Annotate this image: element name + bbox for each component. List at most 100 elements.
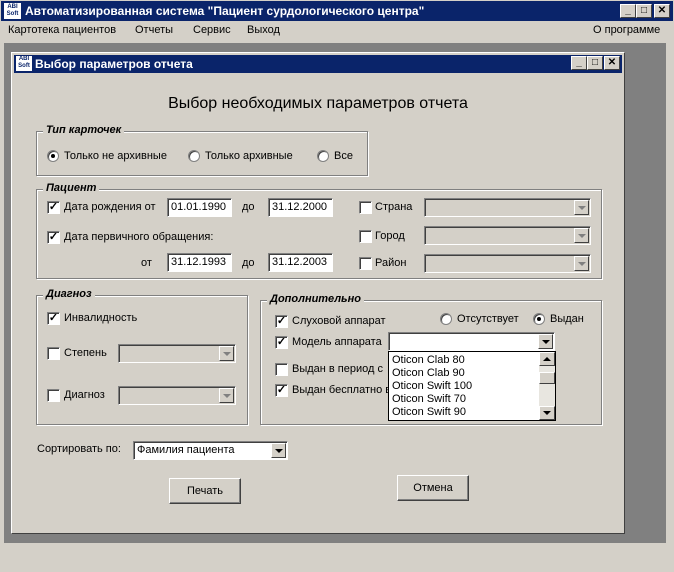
diagnosis-select[interactable] (118, 386, 236, 405)
first-visit-label: Дата первичного обращения: (64, 231, 214, 243)
birth-date-checkbox[interactable]: ✓ (47, 201, 60, 214)
radio-selected-dot (537, 317, 541, 321)
model-select[interactable] (388, 332, 555, 351)
radio-all[interactable] (317, 150, 329, 162)
cancel-button[interactable]: Отмена (397, 475, 469, 501)
hearing-aid-label: Слуховой аппарат (292, 315, 386, 327)
model-label: Модель аппарата (292, 336, 382, 348)
city-select[interactable] (424, 226, 591, 245)
first-visit-checkbox[interactable]: ✓ (47, 231, 60, 244)
radio-selected-dot (51, 154, 55, 158)
chevron-down-icon[interactable] (219, 346, 234, 361)
radio-not-archived[interactable] (47, 150, 59, 162)
visit-from-label: от (141, 257, 152, 269)
model-option[interactable]: Oticon Swift 70 (392, 393, 466, 405)
chevron-down-icon[interactable] (219, 388, 234, 403)
dialog-title: Выбор параметров отчета (35, 57, 193, 71)
diagnosis-checkbox[interactable] (47, 389, 60, 402)
close-button[interactable]: ✕ (654, 4, 670, 18)
menu-service[interactable]: Сервис (193, 24, 231, 36)
country-checkbox[interactable] (359, 201, 372, 214)
birth-date-from-field[interactable]: 01.01.1990 (167, 198, 232, 217)
radio-issued-label[interactable]: Выдан (550, 313, 584, 325)
dialog-minimize-button[interactable]: _ (571, 56, 587, 70)
minimize-icon: _ (576, 57, 582, 68)
additional-legend: Дополнительно (267, 293, 364, 305)
birth-to-label: до (242, 201, 255, 213)
degree-select[interactable] (118, 344, 236, 363)
district-checkbox[interactable] (359, 257, 372, 270)
issued-free-label: Выдан бесплатно в (292, 384, 392, 396)
close-icon: ✕ (657, 5, 667, 16)
scroll-thumb[interactable] (539, 372, 555, 384)
close-icon: ✕ (607, 57, 617, 68)
menu-bar: Картотека пациентов Отчеты Сервис Выход … (0, 21, 674, 41)
status-bar (0, 543, 674, 572)
scroll-up-button[interactable] (539, 352, 555, 366)
minimize-button[interactable]: _ (620, 4, 636, 18)
maximize-icon: □ (591, 57, 599, 68)
print-button[interactable]: Печать (169, 478, 241, 504)
chevron-down-icon[interactable] (271, 443, 286, 458)
maximize-icon: □ (640, 5, 648, 16)
patient-legend: Пациент (43, 182, 100, 194)
dialog-logo-icon: ABI Soft (16, 56, 32, 71)
card-type-legend: Тип карточек (43, 124, 125, 136)
issued-period-label: Выдан в период с (292, 363, 383, 375)
issued-free-checkbox[interactable]: ✓ (275, 384, 288, 397)
radio-archived-label[interactable]: Только архивные (205, 150, 293, 162)
chevron-down-icon[interactable] (574, 228, 589, 243)
sort-label: Сортировать по: (37, 443, 121, 455)
model-option[interactable]: Oticon Swift 90 (392, 406, 466, 418)
visit-date-from-field[interactable]: 31.12.1993 (167, 253, 232, 272)
menu-reports[interactable]: Отчеты (135, 24, 173, 36)
dialog-maximize-button[interactable]: □ (587, 56, 603, 70)
chevron-up-icon (543, 357, 551, 361)
birth-date-label: Дата рождения от (64, 201, 156, 213)
radio-absent-label[interactable]: Отсутствует (457, 313, 519, 325)
city-checkbox[interactable] (359, 230, 372, 243)
chevron-down-icon[interactable] (574, 200, 589, 215)
diagnosis-label: Диагноз (64, 389, 105, 401)
dialog-title-bar[interactable]: ABI Soft Выбор параметров отчета _ □ ✕ (14, 55, 622, 73)
page-title: Выбор необходимых параметров отчета (168, 95, 468, 112)
menu-exit[interactable]: Выход (247, 24, 280, 36)
degree-label: Степень (64, 347, 107, 359)
disability-checkbox[interactable]: ✓ (47, 312, 60, 325)
chevron-down-icon (543, 411, 551, 415)
radio-issued[interactable] (533, 313, 545, 325)
app-title: Автоматизированная система "Пациент сурд… (25, 4, 425, 18)
model-option[interactable]: Oticon Swift 100 (392, 380, 472, 392)
radio-absent[interactable] (440, 313, 452, 325)
diagnosis-legend: Диагноз (43, 288, 95, 300)
menu-about[interactable]: О программе (593, 24, 660, 36)
app-title-bar[interactable]: ABI Soft Автоматизированная система "Паци… (1, 1, 673, 21)
radio-all-label[interactable]: Все (334, 150, 353, 162)
model-checkbox[interactable]: ✓ (275, 336, 288, 349)
radio-not-archived-label[interactable]: Только не архивные (64, 150, 167, 162)
radio-archived[interactable] (188, 150, 200, 162)
chevron-down-icon[interactable] (574, 256, 589, 271)
visit-date-to-field[interactable]: 31.12.2003 (268, 253, 333, 272)
app-logo-icon: ABI Soft (4, 3, 21, 19)
district-label: Район (375, 257, 407, 269)
model-option[interactable]: Oticon Clab 80 (392, 354, 465, 366)
sort-select[interactable]: Фамилия пациента (133, 441, 288, 460)
dialog-close-button[interactable]: ✕ (604, 56, 620, 70)
issued-period-checkbox[interactable] (275, 363, 288, 376)
hearing-aid-checkbox[interactable]: ✓ (275, 315, 288, 328)
sort-select-value: Фамилия пациента (137, 444, 235, 456)
country-label: Страна (375, 201, 413, 213)
maximize-button[interactable]: □ (636, 4, 652, 18)
birth-date-to-field[interactable]: 31.12.2000 (268, 198, 333, 217)
district-select[interactable] (424, 254, 591, 273)
model-dropdown-list[interactable]: Oticon Clab 80 Oticon Clab 90 Oticon Swi… (388, 351, 556, 421)
country-select[interactable] (424, 198, 591, 217)
menu-patients-cards[interactable]: Картотека пациентов (8, 24, 116, 36)
chevron-down-icon[interactable] (538, 334, 553, 349)
model-option[interactable]: Oticon Clab 90 (392, 367, 465, 379)
degree-checkbox[interactable] (47, 347, 60, 360)
scroll-down-button[interactable] (539, 406, 555, 420)
city-label: Город (375, 230, 405, 242)
dropdown-scrollbar[interactable] (539, 352, 555, 420)
